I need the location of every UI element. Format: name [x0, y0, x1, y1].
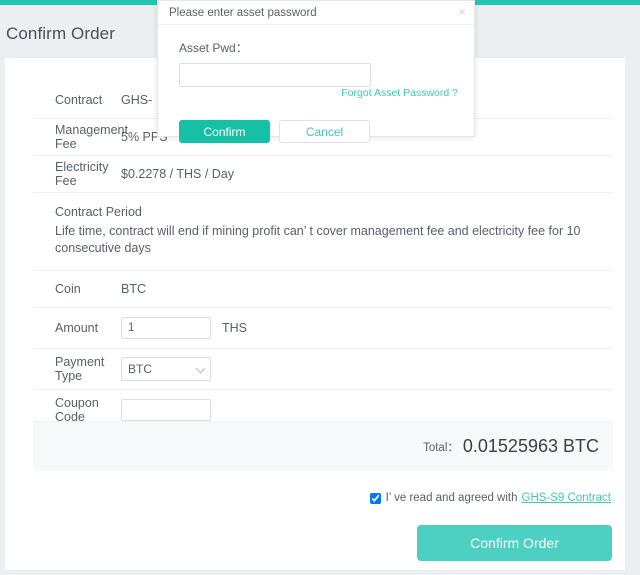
close-icon[interactable]: × [458, 5, 466, 18]
modal-body: Asset Pwd： Forgot Asset Password ? Confi… [158, 25, 474, 143]
forgot-asset-password-link[interactable]: Forgot Asset Password ? [341, 87, 458, 99]
agreement-checkbox[interactable] [369, 492, 381, 504]
asset-password-modal: Please enter asset password × Asset Pwd：… [157, 0, 475, 143]
payment-type-select[interactable]: BTC [121, 357, 211, 381]
app-root: Confirm Order Contract GHS- Management F… [0, 0, 640, 575]
table-row-electricity-fee: Electricity Fee $0.2278 / THS / Day [33, 155, 613, 192]
amount-unit: THS [222, 321, 247, 335]
coin-value: BTC [121, 282, 146, 296]
asset-password-input[interactable] [179, 63, 371, 87]
table-row-contract-period: Contract Period Life time, contract will… [33, 192, 613, 270]
electricity-fee-label: Electricity Fee [55, 160, 109, 188]
contract-value: GHS- [121, 92, 153, 107]
modal-confirm-button[interactable]: Confirm [179, 120, 270, 143]
management-fee-label: Management Fee [55, 123, 128, 151]
modal-header: Please enter asset password × [158, 1, 474, 25]
agreement-row: I’ ve read and agreed with GHS-S9 Contra… [369, 492, 611, 504]
amount-input[interactable] [121, 317, 211, 339]
coin-label: Coin [55, 282, 81, 296]
payment-type-select-wrap[interactable]: BTC [121, 357, 211, 381]
modal-title: Please enter asset password [169, 7, 317, 19]
confirm-order-button[interactable]: Confirm Order [417, 525, 612, 561]
amount-label: Amount [55, 321, 99, 335]
coupon-code-input[interactable] [121, 399, 211, 421]
contract-period-text: Life time, contract will end if mining p… [55, 224, 581, 255]
table-row-amount: Amount THS [33, 307, 613, 348]
modal-actions: Confirm Cancel [179, 120, 370, 143]
asset-password-label: Asset Pwd： [179, 41, 248, 55]
agreement-text: I’ ve read and agreed with [385, 492, 518, 504]
table-row-payment-type: Payment Type BTC [33, 348, 613, 389]
contract-link[interactable]: GHS-S9 Contract [522, 492, 611, 504]
coupon-code-label: Coupon Code [55, 396, 99, 424]
total-strip: Total： 0.01525963 BTC [33, 421, 613, 471]
page-title: Confirm Order [6, 24, 115, 43]
total-value: 0.01525963 BTC [462, 436, 599, 456]
total-label: Total： [423, 441, 459, 454]
electricity-fee-value: $0.2278 / THS / Day [121, 167, 235, 181]
contract-label: Contract [55, 92, 103, 107]
payment-type-label: Payment Type [55, 355, 105, 383]
table-row-coin: Coin BTC [33, 270, 613, 307]
contract-period-label: Contract Period [55, 205, 142, 219]
modal-cancel-button[interactable]: Cancel [279, 120, 370, 143]
